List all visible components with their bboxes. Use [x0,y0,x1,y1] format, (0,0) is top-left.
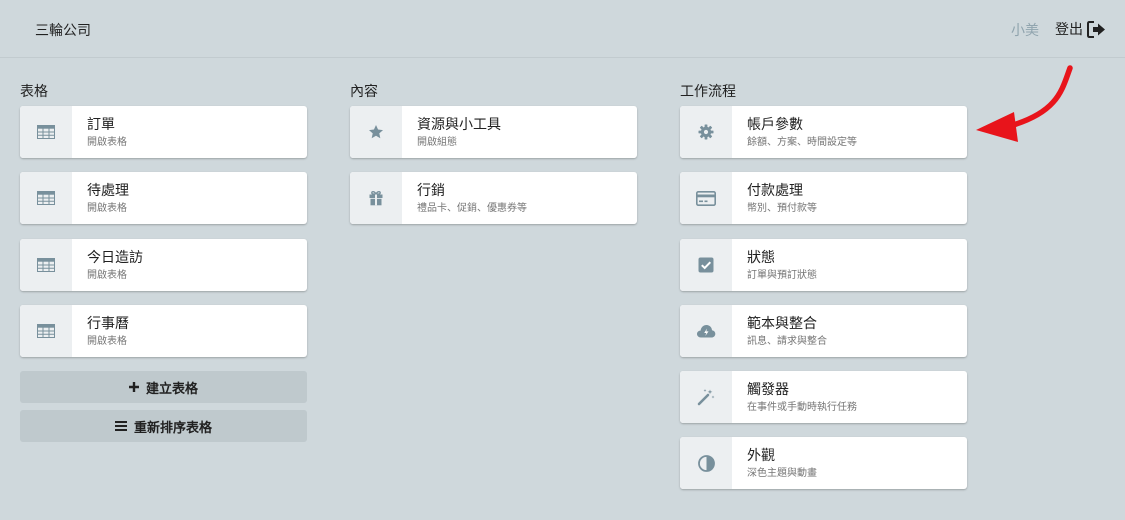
card-title: 行事曆 [87,316,129,332]
card-subtitle: 開啟表格 [87,137,127,148]
card-payment-processing[interactable]: 付款處理 幣別、預付款等 [680,172,967,224]
card-templates-integrations[interactable]: 範本與整合 訊息、請求與整合 [680,305,967,357]
card-todays-visits[interactable]: 今日造訪 開啟表格 [20,239,307,291]
card-title: 今日造訪 [87,250,143,266]
card-subtitle: 深色主題與動畫 [747,468,817,479]
card-subtitle: 訊息、請求與整合 [747,336,827,347]
card-account-parameters[interactable]: 帳戶參數 餘額、方案、時間設定等 [680,106,967,158]
bars-icon [114,421,127,431]
logout-button[interactable]: 登出 [1055,18,1106,40]
section-title-workflow: 工作流程 [680,84,736,100]
credit-card-icon [696,190,716,206]
card-resources-widgets[interactable]: 資源與小工具 開啟組態 [350,106,637,158]
table-icon [37,258,55,272]
table-icon [37,125,55,139]
table-icon [37,324,55,338]
card-orders[interactable]: 訂單 開啟表格 [20,106,307,158]
card-subtitle: 在事件或手動時執行任務 [747,402,857,413]
user-name: 小美 [1011,23,1039,39]
card-title: 狀態 [747,250,775,266]
card-title: 觸發器 [747,382,789,398]
card-subtitle: 禮品卡、促銷、優惠券等 [417,203,527,214]
card-marketing[interactable]: 行銷 禮品卡、促銷、優惠券等 [350,172,637,224]
magic-wand-icon [697,389,715,406]
cloud-icon [696,325,716,338]
card-subtitle: 訂單與預訂狀態 [747,270,817,281]
card-title: 付款處理 [747,183,803,199]
card-title: 帳戶參數 [747,117,803,133]
create-table-label: 建立表格 [145,381,198,397]
card-title: 訂單 [87,117,115,133]
gift-icon [369,190,383,206]
table-icon [37,191,55,205]
card-subtitle: 幣別、預付款等 [747,203,817,214]
reorder-tables-button[interactable]: 重新排序表格 [20,410,307,442]
gear-icon [698,124,714,140]
card-subtitle: 開啟表格 [87,203,127,214]
card-subtitle: 開啟表格 [87,336,127,347]
top-bar: 三輪公司 小美 登出 [0,0,1125,58]
card-triggers[interactable]: 觸發器 在事件或手動時執行任務 [680,371,967,423]
sign-out-icon [1087,20,1105,38]
section-title-tables: 表格 [20,84,48,100]
plus-icon [128,382,139,392]
section-title-content: 內容 [350,84,378,100]
annotation-arrow-icon [976,65,1073,142]
card-title: 範本與整合 [747,316,817,332]
card-subtitle: 開啟組態 [417,137,457,148]
card-title: 待處理 [87,183,129,199]
star-icon [369,125,383,139]
card-subtitle: 餘額、方案、時間設定等 [747,137,857,148]
company-name: 三輪公司 [35,23,91,39]
create-table-button[interactable]: 建立表格 [20,371,307,403]
contrast-icon [697,454,715,472]
card-appearance[interactable]: 外觀 深色主題與動畫 [680,437,967,489]
card-title: 行銷 [417,183,445,199]
logout-label: 登出 [1055,22,1083,38]
card-calendar[interactable]: 行事曆 開啟表格 [20,305,307,357]
checkbox-icon [698,257,714,273]
reorder-tables-label: 重新排序表格 [133,420,212,436]
card-title: 外觀 [747,448,775,464]
card-pending[interactable]: 待處理 開啟表格 [20,172,307,224]
card-statuses[interactable]: 狀態 訂單與預訂狀態 [680,239,967,291]
card-subtitle: 開啟表格 [87,270,127,281]
card-title: 資源與小工具 [417,117,501,133]
